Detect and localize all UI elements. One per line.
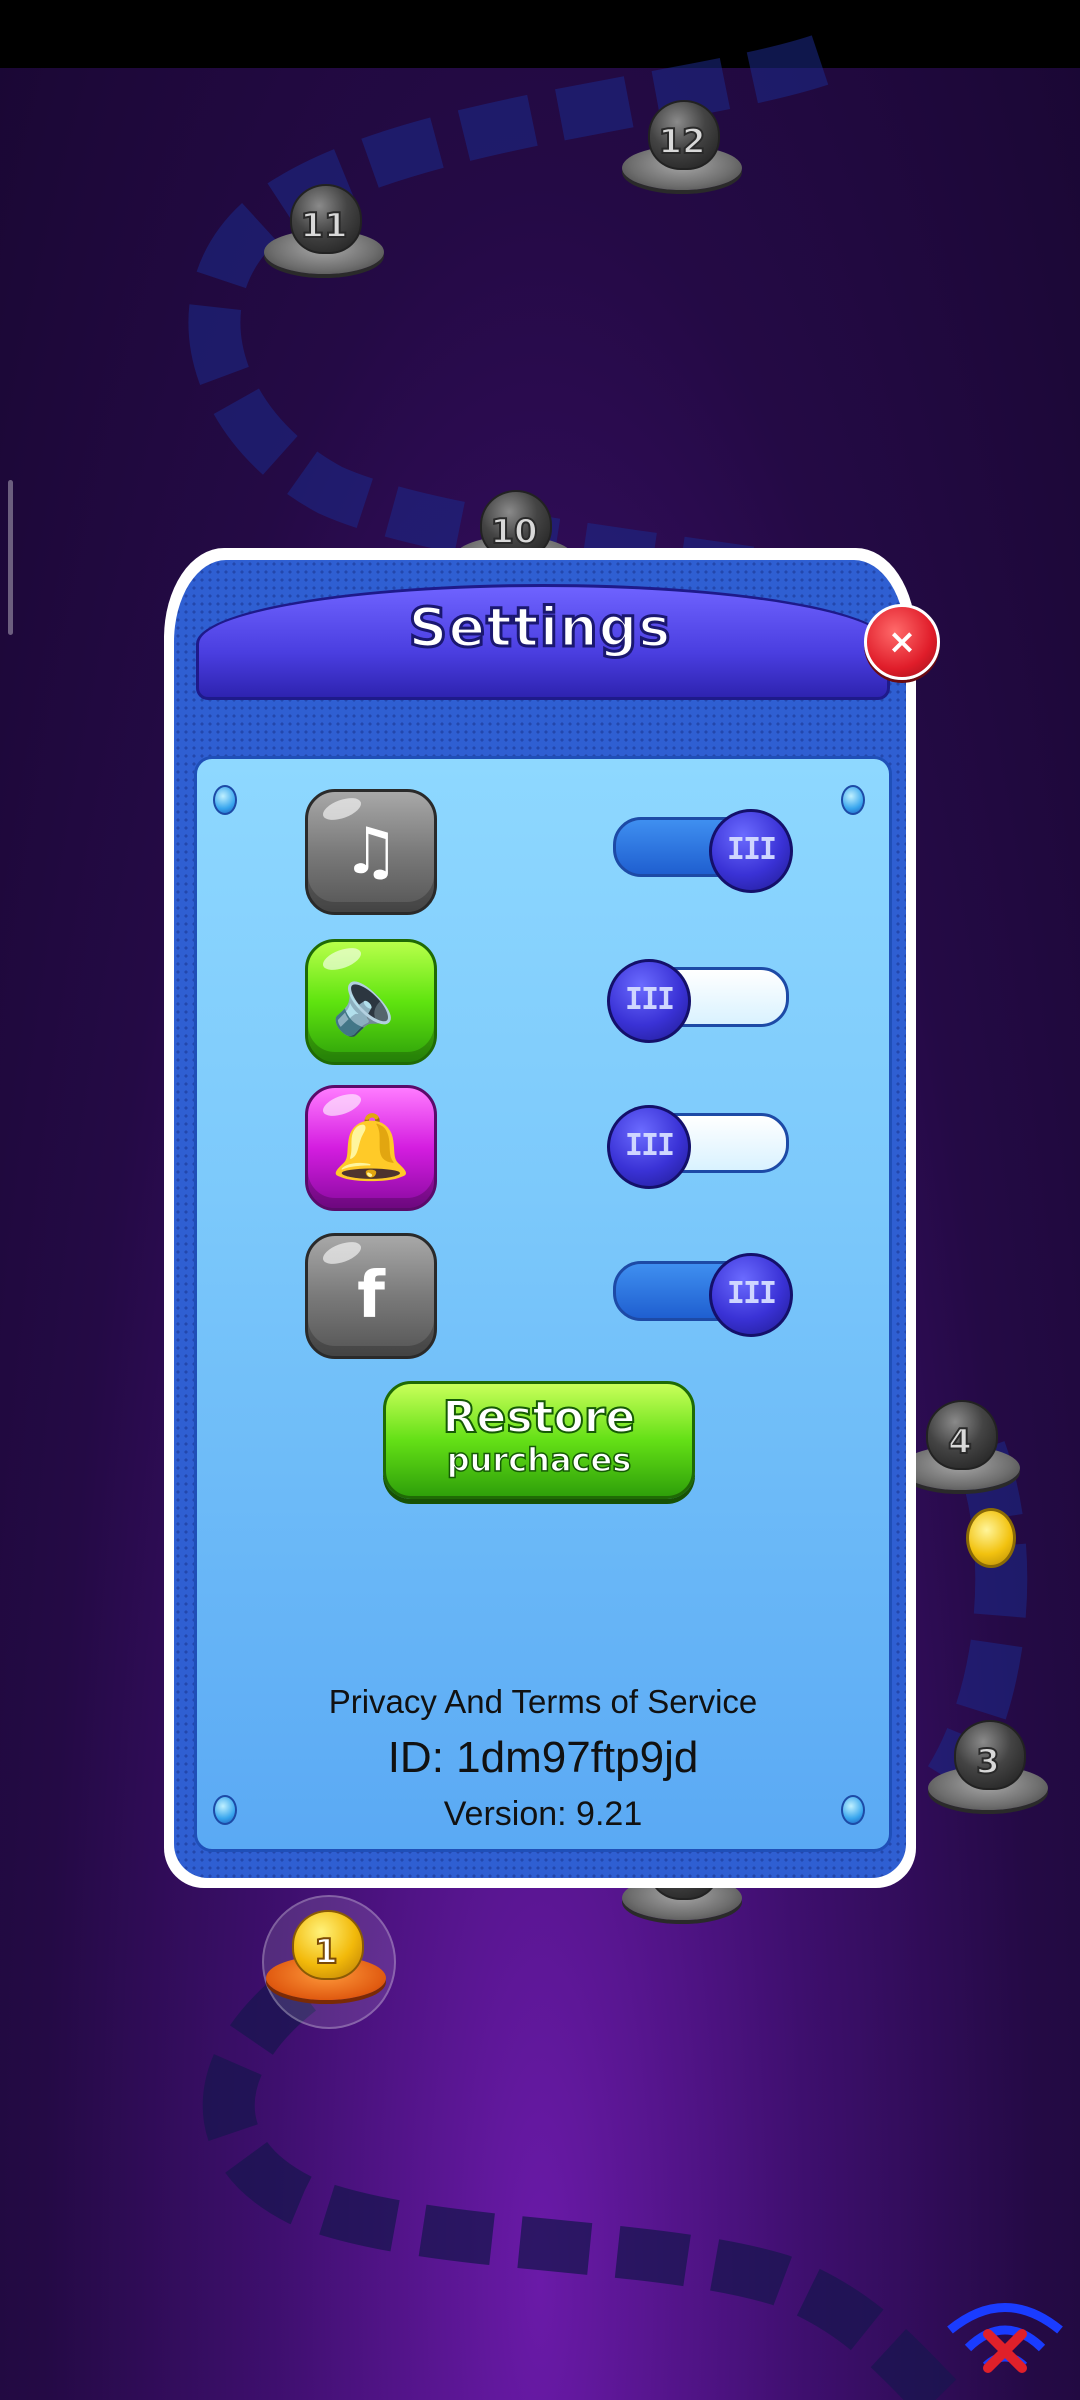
speaker-icon[interactable]: 🔈 xyxy=(305,939,437,1065)
facebook-icon[interactable]: f xyxy=(305,1233,437,1359)
no-connection-icon xyxy=(947,2303,1063,2373)
music-toggle[interactable]: III xyxy=(609,809,793,893)
restore-label: Restore xyxy=(442,1392,637,1443)
level-node-4[interactable]: 4 xyxy=(900,1400,1020,1490)
privacy-terms-link[interactable]: Privacy And Terms of Service xyxy=(197,1683,889,1721)
music-note-icon[interactable]: ♫ xyxy=(305,789,437,915)
level-number: 11 xyxy=(299,205,348,247)
notifications-setting-row: 🔔 III xyxy=(197,1085,889,1215)
sound-toggle[interactable]: III xyxy=(607,959,789,1043)
level-number: 3 xyxy=(975,1741,1001,1783)
level-node-11[interactable]: 11 xyxy=(264,184,384,274)
level-node-12[interactable]: 12 xyxy=(622,100,742,190)
toggle-knob[interactable]: III xyxy=(709,1253,793,1337)
toggle-knob[interactable]: III xyxy=(607,959,691,1043)
version-text: Version: 9.21 xyxy=(443,1795,643,1833)
player-id: ID: 1dm97ftp9jd xyxy=(387,1733,699,1782)
settings-dialog: Settings × ♫ III 🔈 III 🔔 III f III Resto… xyxy=(164,548,940,1888)
coin-icon xyxy=(966,1508,1016,1568)
toggle-knob[interactable]: III xyxy=(607,1105,691,1189)
restore-purchases-button[interactable]: Restore purchaces xyxy=(383,1381,695,1499)
level-number: 12 xyxy=(657,121,706,163)
bell-icon[interactable]: 🔔 xyxy=(305,1085,437,1211)
sound-setting-row: 🔈 III xyxy=(197,939,889,1069)
close-button[interactable]: × xyxy=(864,604,940,680)
purchases-label: purchaces xyxy=(446,1441,632,1479)
level-node-3[interactable]: 3 xyxy=(928,1720,1048,1810)
toggle-knob[interactable]: III xyxy=(709,809,793,893)
facebook-toggle[interactable]: III xyxy=(609,1253,793,1337)
settings-panel: ♫ III 🔈 III 🔔 III f III Restore purchace… xyxy=(194,756,892,1852)
level-node-1[interactable]: 1 xyxy=(266,1910,386,2000)
level-number: 10 xyxy=(489,511,538,553)
level-number: 4 xyxy=(947,1421,973,1463)
notifications-toggle[interactable]: III xyxy=(607,1105,789,1189)
facebook-setting-row: f III xyxy=(197,1233,889,1363)
music-setting-row: ♫ III xyxy=(197,789,889,919)
dialog-title: Settings xyxy=(407,595,672,661)
level-number: 1 xyxy=(313,1931,339,1973)
